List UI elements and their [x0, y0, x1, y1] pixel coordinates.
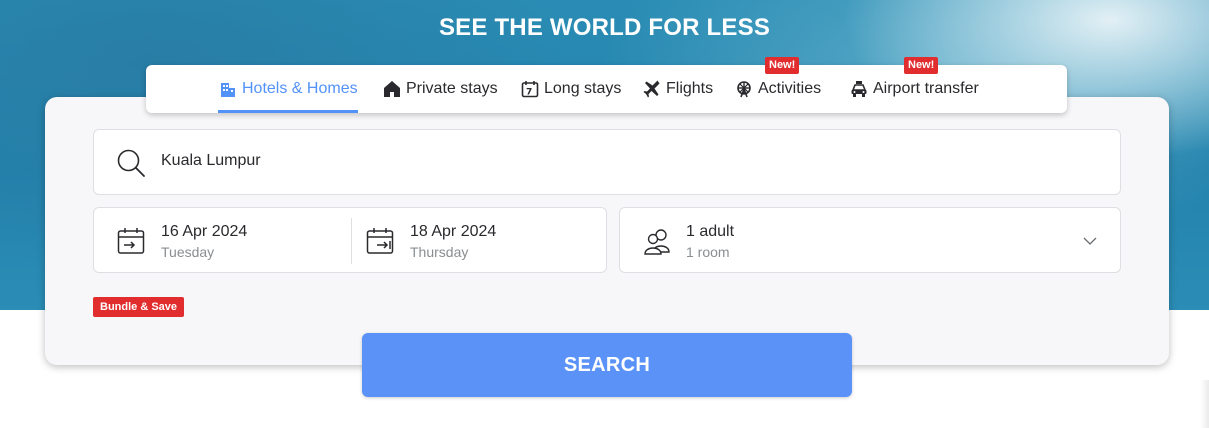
tab-label: Hotels & Homes — [242, 80, 358, 97]
tab-long-stays[interactable]: 7 Long stays — [520, 65, 621, 113]
adults-count: 1 adult — [686, 223, 735, 240]
hero-title: SEE THE WORLD FOR LESS — [438, 14, 771, 41]
search-icon — [116, 148, 146, 178]
hotel-icon — [218, 79, 238, 99]
tab-hotels-homes[interactable]: Hotels & Homes — [218, 65, 358, 113]
check-out-date-label: 18 Apr 2024 — [410, 223, 497, 240]
guests-icon — [643, 226, 671, 255]
search-button[interactable]: SEARCH — [362, 333, 852, 397]
chevron-down-icon — [1082, 233, 1098, 249]
calendar-7-icon: 7 — [520, 79, 540, 99]
tab-private-stays[interactable]: Private stays — [382, 65, 498, 113]
tab-label: Airport transfer — [873, 80, 979, 97]
check-in-date[interactable]: 16 Apr 2024 Tuesday — [94, 208, 351, 272]
tab-flights[interactable]: Flights — [642, 65, 713, 113]
destination-search-field[interactable]: Kuala Lumpur — [93, 129, 1121, 195]
check-out-date[interactable]: 18 Apr 2024 Thursday — [352, 208, 606, 272]
guests-rooms-selector[interactable]: 1 adult 1 room — [619, 207, 1121, 273]
svg-text:7: 7 — [526, 88, 532, 98]
bundle-save-badge[interactable]: Bundle & Save — [93, 297, 185, 317]
destination-input-value[interactable]: Kuala Lumpur — [161, 152, 261, 170]
rooms-count: 1 room — [686, 244, 730, 260]
tab-activities[interactable]: New! Activities — [734, 57, 822, 113]
calendar-check-out-icon — [366, 227, 394, 255]
tab-label: Long stays — [544, 80, 622, 97]
check-out-day-label: Thursday — [410, 244, 469, 260]
date-picker-field: 16 Apr 2024 Tuesday 18 Apr 2024 Thursday — [93, 207, 607, 273]
tab-label: Flights — [666, 80, 714, 97]
edge-shadow — [1200, 380, 1209, 428]
home-icon — [382, 79, 402, 99]
new-badge: New! — [904, 57, 939, 74]
ferris-wheel-icon — [734, 79, 754, 99]
tab-label: Private stays — [406, 80, 498, 97]
new-badge: New! — [765, 57, 800, 74]
car-icon — [849, 79, 869, 99]
check-in-date-label: 16 Apr 2024 — [161, 223, 248, 240]
airplane-icon — [642, 79, 662, 99]
product-tabs: Hotels & Homes Private stays 7 Long stay… — [146, 57, 1067, 113]
calendar-check-in-icon — [117, 227, 145, 255]
tab-airport-transfer[interactable]: New! Airport transfer — [849, 57, 979, 113]
tab-label: Activities — [758, 80, 822, 97]
check-in-day-label: Tuesday — [161, 244, 215, 260]
